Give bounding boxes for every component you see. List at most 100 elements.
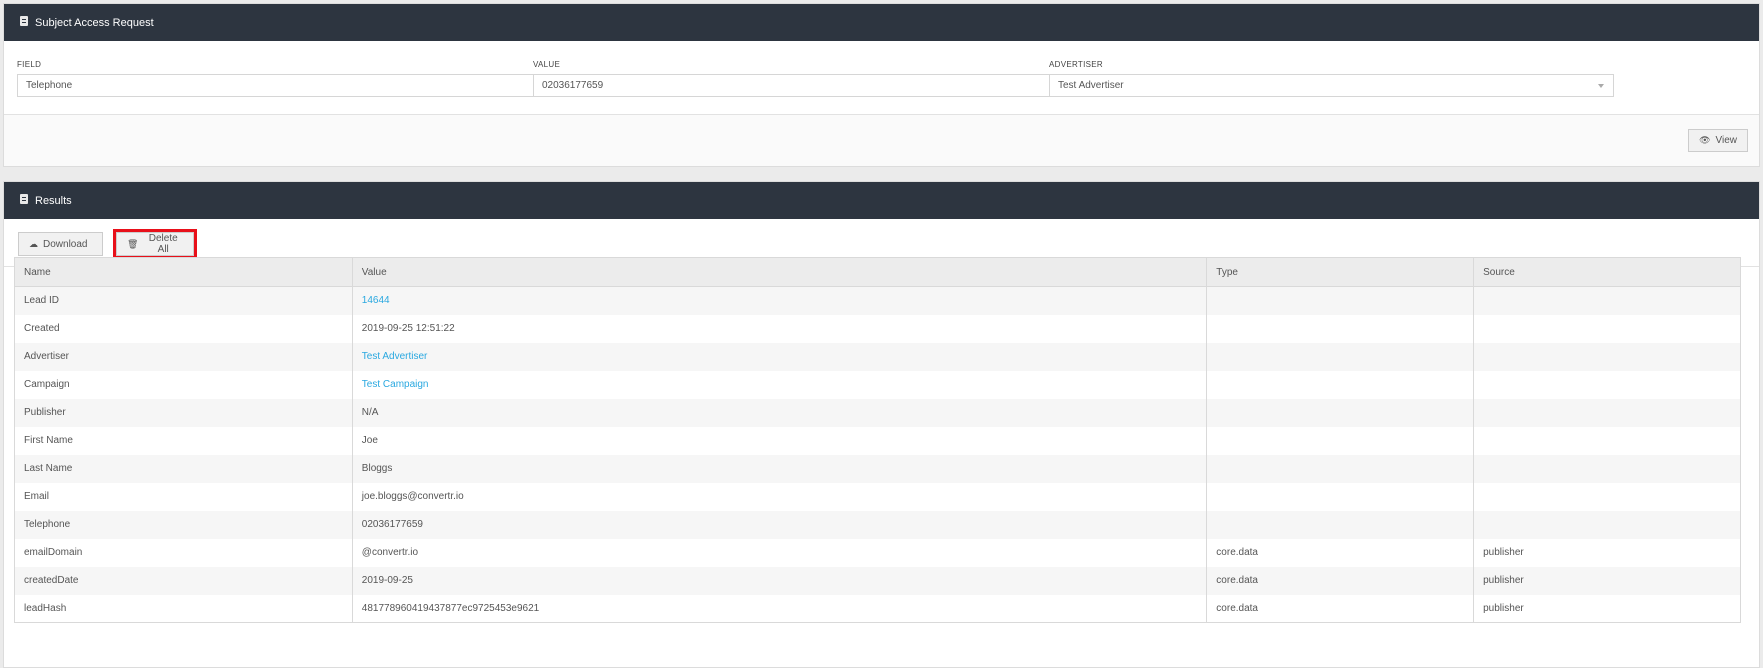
cell-source: publisher (1473, 538, 1741, 567)
sar-panel-title: Subject Access Request (35, 16, 154, 29)
cell-source (1473, 454, 1741, 483)
value-input-text: 02036177659 (542, 80, 604, 91)
cell-value: N/A (352, 398, 1208, 427)
cell-type: core.data (1206, 594, 1475, 623)
cell-value: @convertr.io (352, 538, 1208, 567)
document-icon (20, 16, 28, 29)
cell-type (1206, 370, 1475, 399)
table-row: First Name Joe (14, 426, 1741, 455)
advertiser-label: ADVERTISER (1049, 60, 1103, 69)
cell-name: Email (14, 482, 353, 511)
table-row: Created 2019-09-25 12:51:22 (14, 314, 1741, 343)
table-row: Publisher N/A (14, 398, 1741, 427)
cell-source (1473, 314, 1741, 343)
table-row: Last Name Bloggs (14, 454, 1741, 483)
cell-name: Publisher (14, 398, 353, 427)
table-row: createdDate 2019-09-25 core.data publisher (14, 566, 1741, 595)
results-table-wrap: Name Value Type Source Lead ID 14644 Creat… (14, 257, 1741, 623)
cell-type (1206, 482, 1475, 511)
table-header-row: Name Value Type Source (14, 257, 1741, 287)
cell-name: Telephone (14, 510, 353, 539)
table-row: Email joe.bloggs@convertr.io (14, 482, 1741, 511)
table-row: Advertiser Test Advertiser (14, 342, 1741, 371)
advertiser-group: ADVERTISER Test Advertiser (1049, 60, 1614, 97)
table-row: emailDomain @convertr.io core.data publishe… (14, 538, 1741, 567)
delete-all-button-label: Delete All (148, 233, 178, 255)
advertiser-select[interactable]: Test Advertiser (1049, 74, 1614, 97)
cell-type (1206, 342, 1475, 371)
cloud-download-icon: ☁ (29, 238, 38, 249)
field-select[interactable]: Telephone (17, 74, 582, 97)
cell-source (1473, 426, 1741, 455)
column-header-source[interactable]: Source (1473, 257, 1741, 287)
cell-value: Joe (352, 426, 1208, 455)
field-group: FIELD Telephone (17, 60, 582, 97)
sar-panel-header: Subject Access Request (4, 4, 1759, 41)
cell-type (1206, 454, 1475, 483)
field-select-value: Telephone (26, 80, 73, 91)
cell-name: Campaign (14, 370, 353, 399)
cell-type (1206, 286, 1475, 315)
cell-value: Bloggs (352, 454, 1208, 483)
cell-type: core.data (1206, 538, 1475, 567)
download-button-label: Download (43, 238, 88, 250)
cell-type (1206, 426, 1475, 455)
cell-type (1206, 398, 1475, 427)
cell-type: core.data (1206, 566, 1475, 595)
cell-source (1473, 398, 1741, 427)
cell-name: Advertiser (14, 342, 353, 371)
cell-name: Created (14, 314, 353, 343)
cell-name: Lead ID (14, 286, 353, 315)
table-row: Telephone 02036177659 (14, 510, 1741, 539)
cell-source (1473, 510, 1741, 539)
sar-form-footer: 👁 View (4, 115, 1759, 167)
cell-value: 2019-09-25 12:51:22 (352, 314, 1208, 343)
cell-source (1473, 370, 1741, 399)
sar-form: FIELD Telephone VALUE 02036177659 ADVERT… (4, 41, 1759, 115)
column-header-type[interactable]: Type (1206, 257, 1475, 287)
document-icon (20, 194, 28, 207)
cell-name: emailDomain (14, 538, 353, 567)
cell-value: 481778960419437877ec9725453e9621 (352, 594, 1208, 623)
delete-all-highlight: 🗑 Delete All (113, 229, 197, 259)
cell-value[interactable]: 14644 (352, 286, 1208, 315)
cell-value: 2019-09-25 (352, 566, 1208, 595)
trash-icon: 🗑 (127, 238, 139, 249)
advertiser-select-value: Test Advertiser (1058, 80, 1124, 91)
subject-access-request-panel: Subject Access Request FIELD Telephone V… (3, 3, 1760, 167)
eye-icon: 👁 (1699, 135, 1711, 145)
cell-value[interactable]: Test Advertiser (352, 342, 1208, 371)
column-header-value[interactable]: Value (352, 257, 1208, 287)
cell-source (1473, 286, 1741, 315)
table-row: leadHash 481778960419437877ec9725453e9621… (14, 594, 1741, 623)
results-table: Name Value Type Source Lead ID 14644 Creat… (14, 257, 1741, 623)
chevron-down-icon (1598, 84, 1604, 88)
results-panel-header: Results (4, 182, 1759, 219)
table-row: Campaign Test Campaign (14, 370, 1741, 399)
value-group: VALUE 02036177659 (533, 60, 1098, 97)
cell-source: publisher (1473, 566, 1741, 595)
cell-source (1473, 342, 1741, 371)
cell-value: 02036177659 (352, 510, 1208, 539)
column-header-name[interactable]: Name (14, 257, 353, 287)
delete-all-button[interactable]: 🗑 Delete All (116, 232, 194, 256)
value-input[interactable]: 02036177659 (533, 74, 1098, 97)
cell-name: Last Name (14, 454, 353, 483)
value-label: VALUE (533, 60, 561, 69)
table-row: Lead ID 14644 (14, 286, 1741, 315)
cell-name: leadHash (14, 594, 353, 623)
view-button-label: View (1715, 135, 1738, 146)
download-button[interactable]: ☁ Download (18, 232, 103, 256)
results-table-body: Lead ID 14644 Created 2019-09-25 12:51:22 Ad… (14, 286, 1741, 623)
cell-name: createdDate (14, 566, 353, 595)
cell-source: publisher (1473, 594, 1741, 623)
results-panel-title: Results (35, 194, 72, 207)
cell-name: First Name (14, 426, 353, 455)
cell-value[interactable]: Test Campaign (352, 370, 1208, 399)
cell-value: joe.bloggs@convertr.io (352, 482, 1208, 511)
cell-source (1473, 482, 1741, 511)
view-button[interactable]: 👁 View (1688, 129, 1748, 152)
cell-type (1206, 314, 1475, 343)
cell-type (1206, 510, 1475, 539)
field-label: FIELD (17, 60, 42, 69)
